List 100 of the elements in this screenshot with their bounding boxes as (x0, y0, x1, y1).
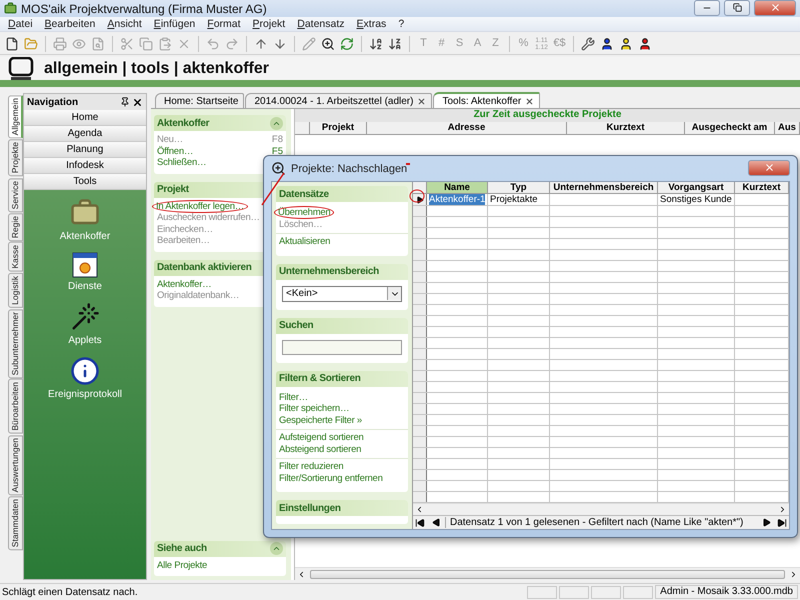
row-selector[interactable] (413, 458, 427, 469)
task-link[interactable]: Filter speichern… (279, 403, 350, 414)
row-selector[interactable] (413, 272, 427, 282)
task-link[interactable]: Aufsteigend sortieren (279, 432, 364, 444)
menu-item[interactable]: Einfügen (148, 18, 202, 30)
row-selector[interactable] (413, 216, 427, 227)
scroll-thumb[interactable] (310, 570, 785, 578)
close-icon[interactable] (525, 96, 534, 106)
menu-item[interactable]: Projekt (246, 18, 292, 30)
side-tab[interactable]: Regie (8, 212, 23, 242)
search-field[interactable] (282, 340, 402, 354)
column-header[interactable]: Unternehmensbereich (550, 182, 658, 194)
row-selector[interactable] (413, 316, 427, 326)
row-selector[interactable] (413, 404, 427, 414)
column-header[interactable]: Projekt (310, 122, 367, 134)
side-tab[interactable]: Logistik (8, 272, 23, 308)
side-tab[interactable]: Projekte (8, 139, 23, 177)
tool-item[interactable]: Ereignisprotokoll (48, 356, 122, 400)
dropdown[interactable]: <Kein> (282, 286, 402, 302)
navigation-button[interactable]: Planung (24, 142, 146, 158)
row-selector[interactable] (413, 326, 427, 337)
column-header[interactable]: Name (427, 182, 488, 194)
row-selector[interactable] (413, 436, 427, 447)
column-header[interactable]: Kurztext (567, 122, 685, 134)
task-link[interactable]: In Aktenkoffer legen… (152, 200, 248, 213)
collapse-button[interactable] (270, 542, 283, 555)
column-header[interactable]: Vorgangsart (658, 182, 735, 194)
navigation-button[interactable]: Tools (24, 174, 146, 190)
row-selector[interactable] (413, 480, 427, 491)
task-link[interactable]: Öffnen… (157, 146, 194, 157)
close-icon[interactable] (132, 96, 143, 108)
row-selector[interactable] (413, 370, 427, 381)
dropdown-button[interactable] (387, 287, 401, 300)
side-tab[interactable]: Allgemein (8, 95, 23, 138)
column-header[interactable]: Ausgecheckt am (685, 122, 775, 134)
scroll-left-icon[interactable] (297, 570, 306, 578)
side-tab[interactable]: Auswertungen (8, 434, 23, 495)
row-selector[interactable] (413, 228, 427, 238)
row-selector[interactable] (413, 282, 427, 293)
maximize-button[interactable] (724, 0, 750, 16)
row-selector[interactable] (413, 304, 427, 315)
close-icon[interactable] (417, 96, 426, 106)
tool-item[interactable]: Applets (68, 302, 102, 346)
menu-item[interactable]: ? (392, 18, 410, 30)
row-selector[interactable] (413, 426, 427, 436)
scroll-right-icon[interactable] (778, 504, 787, 514)
row-selector[interactable] (413, 382, 427, 392)
row-selector[interactable] (413, 294, 427, 304)
menu-item[interactable]: Datei (2, 18, 39, 30)
document-tab[interactable]: Tools: Aktenkoffer (433, 92, 540, 108)
row-selector[interactable] (413, 414, 427, 425)
menu-item[interactable]: Bearbeiten (38, 18, 102, 30)
navigation-button[interactable]: Infodesk (24, 158, 146, 174)
column-header[interactable]: Aus (775, 122, 800, 134)
column-header[interactable]: Kurztext (735, 182, 789, 194)
menu-item[interactable]: Ansicht (101, 18, 148, 30)
navigation-button[interactable]: Agenda (24, 126, 146, 142)
task-link[interactable]: Aktualisieren (279, 236, 330, 248)
task-link[interactable]: Aktenkoffer… (157, 278, 212, 290)
task-link[interactable]: Filter… (279, 392, 308, 403)
close-button[interactable] (748, 160, 790, 176)
row-selector[interactable] (413, 360, 427, 370)
horizontal-scrollbar[interactable] (413, 502, 789, 516)
tool-item[interactable]: Aktenkoffer (60, 198, 110, 242)
row-selector[interactable] (413, 338, 427, 348)
side-tab[interactable]: Büroarbeiten (8, 378, 23, 434)
task-link[interactable]: Alle Projekte (157, 560, 208, 571)
task-link[interactable]: Absteigend sortieren (279, 444, 362, 455)
task-link[interactable]: Übernehmen (274, 206, 334, 220)
row-selector[interactable] (413, 260, 427, 271)
task-link[interactable]: Filter reduzieren (279, 461, 344, 472)
collapse-button[interactable] (270, 116, 283, 130)
task-link[interactable]: Schließen… (157, 157, 206, 168)
row-selector[interactable] (413, 392, 427, 403)
row-selector[interactable] (413, 348, 427, 359)
tool-item[interactable]: Dienste (68, 252, 102, 292)
row-selector[interactable] (413, 448, 427, 458)
menu-item[interactable]: Extras (350, 18, 392, 30)
row-selector[interactable] (413, 206, 427, 216)
column-header[interactable]: Typ (488, 182, 550, 194)
navigation-button[interactable]: Home (24, 110, 146, 126)
row-selector[interactable] (413, 238, 427, 249)
row-selector[interactable] (413, 470, 427, 480)
side-tab[interactable]: Kasse (8, 242, 23, 272)
pin-icon[interactable] (120, 97, 130, 107)
menu-item[interactable]: Format (201, 18, 247, 30)
row-selector[interactable] (413, 492, 427, 502)
document-tab[interactable]: 2014.00024 - 1. Arbeitszettel (adler) (245, 93, 432, 108)
column-header[interactable]: Adresse (367, 122, 567, 134)
scroll-right-icon[interactable] (789, 570, 798, 578)
side-tab[interactable]: Subunternehmer (8, 308, 23, 378)
row-selector[interactable] (413, 250, 427, 260)
toolbar-button[interactable] (579, 34, 597, 52)
side-tab[interactable]: Service (8, 178, 23, 212)
document-tab[interactable]: Home: Startseite (155, 93, 244, 108)
menu-item[interactable]: Datensatz (291, 18, 351, 30)
scroll-left-icon[interactable] (415, 504, 424, 514)
horizontal-scrollbar[interactable] (295, 567, 800, 580)
task-link[interactable]: Gespeicherte Filter » (279, 414, 362, 426)
close-button[interactable] (754, 0, 796, 16)
